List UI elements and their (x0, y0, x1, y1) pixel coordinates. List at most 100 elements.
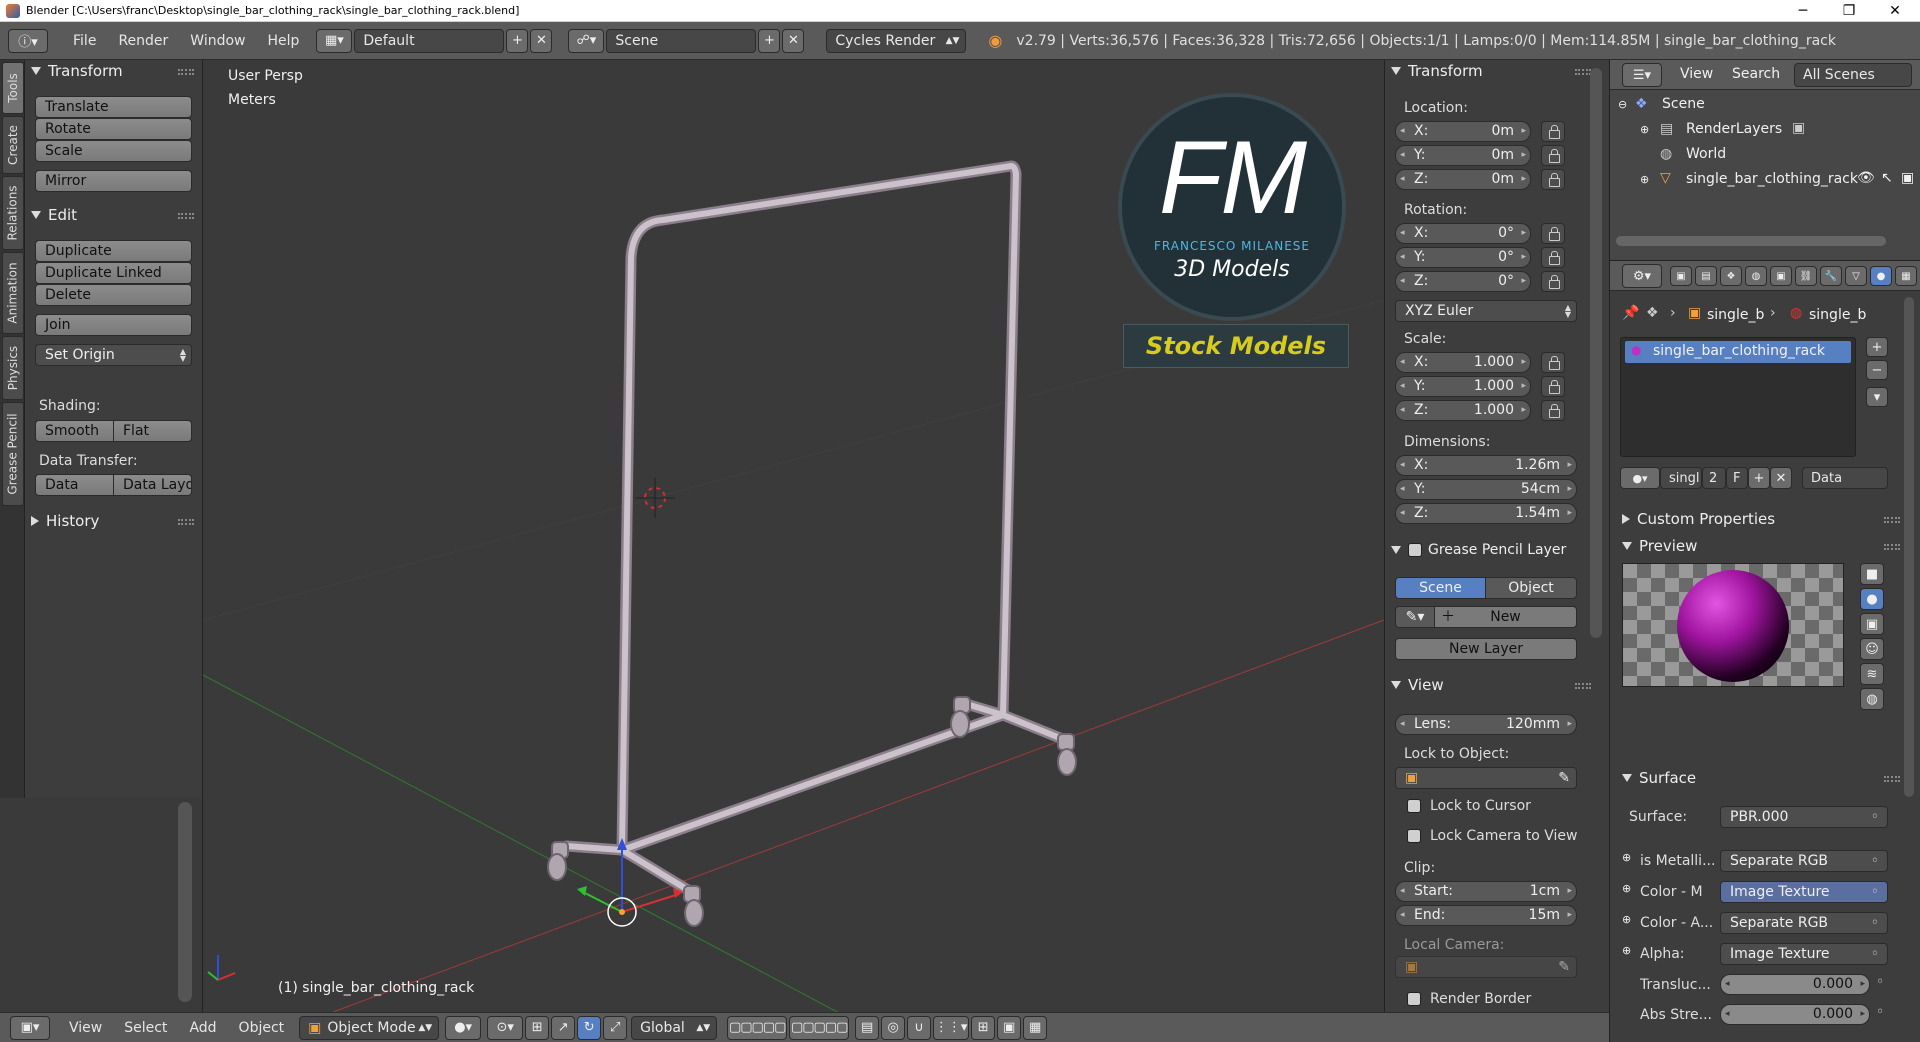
tab-physics[interactable]: Physics (2, 336, 24, 400)
lock-rotation-y-icon[interactable] (1541, 247, 1565, 268)
slot-menu-icon[interactable]: ▾ (1866, 387, 1888, 407)
grease-scene-button[interactable]: Scene (1395, 577, 1486, 599)
eyedropper-icon[interactable]: ✎ (1558, 957, 1570, 977)
remove-scene-icon[interactable]: ✕ (782, 28, 805, 53)
expand-icon[interactable]: ⊕ (1622, 944, 1631, 957)
clothing-rack-model[interactable] (547, 160, 1077, 927)
delete-button[interactable]: Delete (35, 284, 192, 306)
drag-grip-icon[interactable] (1884, 776, 1900, 782)
editor-type-info-icon[interactable]: ⓘ▾ (8, 28, 48, 53)
set-origin-dropdown[interactable]: Set Origin ▲ ▼ (35, 344, 192, 366)
tab-relations[interactable]: Relations (2, 176, 24, 250)
tab-animation[interactable]: Animation (2, 252, 24, 334)
node-socket-icon[interactable]: ◦ (1876, 974, 1884, 990)
scene-icon[interactable]: ☍▾ (568, 28, 605, 53)
material-name-field[interactable]: singl (1660, 467, 1702, 489)
scene-field[interactable]: Scene (606, 28, 757, 53)
constraints-tab-icon[interactable]: ⛓ (1795, 266, 1817, 286)
pencil-icon[interactable]: ✎▾ (1395, 606, 1435, 628)
add-scene-icon[interactable]: + (758, 28, 781, 53)
rotation-z-field[interactable]: ◂ Z: 0° ▸ (1395, 271, 1531, 292)
rotation-y-field[interactable]: ◂ Y: 0° ▸ (1395, 247, 1531, 268)
selectable-arrow-icon[interactable]: ↖ (1881, 170, 1893, 186)
object-tab-icon[interactable]: ▣ (1770, 266, 1792, 286)
material-slot-item[interactable]: ● single_bar_clothing_rack (1625, 341, 1851, 363)
3d-cursor-icon[interactable] (635, 478, 675, 518)
remove-layout-icon[interactable]: ✕ (530, 28, 553, 53)
surface-shader-dropdown[interactable]: PBR.000 ◦ (1720, 806, 1888, 828)
interaction-mode-dropdown[interactable]: ▣ Object Mode ▲▼ (299, 1015, 440, 1040)
local-camera-field[interactable]: ▣ ✎ (1395, 956, 1577, 978)
outliner-view-menu[interactable]: View (1680, 66, 1713, 82)
expand-icon[interactable]: ⊕ (1622, 851, 1631, 864)
pivot-point-icon[interactable]: ⊙▾ (487, 1015, 524, 1040)
material-users-field[interactable]: 2 (1702, 467, 1726, 489)
new-layer-button[interactable]: New Layer (1395, 638, 1577, 660)
rotation-mode-dropdown[interactable]: XYZ Euler ▲ ▼ (1395, 300, 1577, 322)
menu-help[interactable]: Help (256, 33, 310, 49)
outliner-item-scene[interactable]: Scene (1662, 96, 1705, 112)
grease-new-button[interactable]: ＋ New (1434, 606, 1577, 628)
outliner-filter-dropdown[interactable]: All Scenes (1794, 63, 1912, 87)
fake-user-button[interactable]: F (1726, 467, 1748, 489)
scale-x-field[interactable]: ◂ X: 1.000 ▸ (1395, 352, 1531, 373)
add-slot-icon[interactable]: + (1866, 337, 1888, 357)
translate-manipulator-icon[interactable]: ↗ (551, 1015, 576, 1040)
abs-strength-field[interactable]: ◂ 0.000 ▸ (1720, 1004, 1870, 1025)
drag-grip-icon[interactable] (178, 213, 194, 219)
minimize-button[interactable]: ─ (1780, 0, 1826, 22)
expand-icon[interactable]: ⊕ (1640, 173, 1649, 186)
menu-object[interactable]: Object (228, 1020, 296, 1036)
lock-to-cursor-checkbox[interactable] (1407, 799, 1421, 813)
transform-panel-header[interactable]: Transform (31, 62, 123, 80)
layers-tab-icon[interactable]: ▤ (1695, 266, 1717, 286)
edit-panel-header[interactable]: Edit (31, 206, 77, 224)
clip-start-field[interactable]: ◂ Start: 1cm ▸ (1395, 881, 1577, 902)
lock-object-field[interactable]: ▣ ✎ (1395, 767, 1577, 789)
lock-location-x-icon[interactable] (1541, 121, 1565, 142)
properties-scrollbar[interactable] (1904, 297, 1914, 797)
dimensions-x-field[interactable]: ◂ X: 1.26m ▸ (1395, 455, 1577, 476)
manipulator-toggle-icon[interactable]: ⊞ (525, 1015, 550, 1040)
material-link-dropdown[interactable]: Data (1802, 467, 1888, 489)
material-tab-icon[interactable]: ● (1870, 266, 1892, 286)
npanel-scrollbar[interactable] (1590, 68, 1602, 638)
history-panel-header[interactable]: History (31, 512, 99, 530)
scene-layers-row2-icon[interactable]: ▢▢▢▢▢ (789, 1015, 850, 1040)
scale-y-field[interactable]: ◂ Y: 1.000 ▸ (1395, 376, 1531, 397)
editor-type-properties-icon[interactable]: ⚙▾ (1622, 264, 1662, 288)
render-animation-icon[interactable]: ▦ (1023, 1015, 1048, 1040)
transform-panel-header[interactable]: Transform (1391, 62, 1483, 80)
maximize-button[interactable]: ❐ (1826, 0, 1872, 22)
flat-button[interactable]: Flat (113, 420, 192, 442)
toolshelf-scrollbar[interactable] (178, 802, 192, 1002)
translate-button[interactable]: Translate (35, 96, 192, 118)
lock-camera-checkbox[interactable] (1407, 829, 1421, 843)
scale-z-field[interactable]: ◂ Z: 1.000 ▸ (1395, 400, 1531, 421)
input-alpha-node[interactable]: Image Texture ◦ (1720, 943, 1888, 965)
editor-type-outliner-icon[interactable]: ☰▾ (1622, 63, 1662, 87)
menu-render[interactable]: Render (107, 33, 179, 49)
mirror-button[interactable]: Mirror (35, 170, 192, 192)
drag-grip-icon[interactable] (1884, 517, 1900, 523)
drag-grip-icon[interactable] (1575, 683, 1591, 689)
expand-icon[interactable]: ⊕ (1640, 123, 1649, 136)
screen-layout-field[interactable]: Default (354, 28, 505, 53)
location-z-field[interactable]: ◂ Z: 0m ▸ (1395, 169, 1531, 190)
menu-window[interactable]: Window (179, 33, 256, 49)
add-layout-icon[interactable]: + (506, 28, 529, 53)
menu-file[interactable]: File (62, 33, 107, 49)
outliner-search-menu[interactable]: Search (1732, 66, 1780, 82)
outliner-item-renderlayers[interactable]: RenderLayers (1686, 121, 1782, 137)
lock-rotation-x-icon[interactable] (1541, 223, 1565, 244)
scene-tab-icon[interactable]: ❖ (1720, 266, 1742, 286)
renderable-camera-icon[interactable]: ▣ (1901, 170, 1914, 186)
outliner-item-object[interactable]: single_bar_clothing_rack (1686, 171, 1858, 187)
3d-viewport[interactable]: User Persp Meters FM FRANCESCO MILANESE … (203, 60, 1384, 1012)
input-color-a-node[interactable]: Separate RGB ◦ (1720, 912, 1888, 934)
data-tab-icon[interactable]: ▽ (1845, 266, 1867, 286)
drag-grip-icon[interactable] (178, 519, 194, 525)
snap-magnet-icon[interactable]: ∪ (907, 1015, 932, 1040)
grease-pencil-checkbox[interactable] (1408, 543, 1422, 557)
input-color-m-node[interactable]: Image Texture ◦ (1720, 881, 1888, 903)
